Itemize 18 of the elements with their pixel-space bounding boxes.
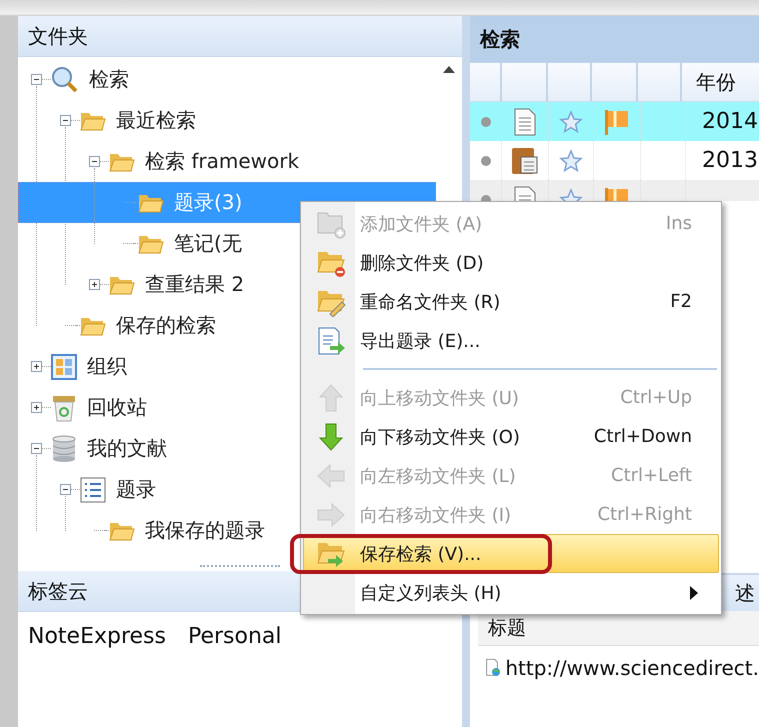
year-cell-text: 2013 <box>701 148 758 173</box>
table-row[interactable]: 2014 <box>470 102 759 141</box>
column-header[interactable]: 标题 <box>478 611 759 646</box>
menu-item[interactable]: 删除文件夹 (D) <box>303 243 719 282</box>
tree-item[interactable]: 检索 framework <box>18 141 436 182</box>
column-header[interactable]: 年份 <box>682 63 736 101</box>
tree-item[interactable]: 最近检索 <box>18 100 436 141</box>
tag[interactable]: Personal <box>188 624 282 649</box>
tab[interactable]: 述 <box>731 580 759 606</box>
menu-item[interactable]: 重命名文件夹 (R) F2 <box>303 282 719 321</box>
menu-item[interactable]: 导出题录 (E)... <box>303 321 719 360</box>
tag[interactable]: NoteExpress <box>28 624 166 649</box>
menu-item[interactable]: 向下移动文件夹 (O) Ctrl+Down <box>303 417 719 456</box>
year-cell-text: 2014 <box>701 109 758 134</box>
panel-header: 文件夹 <box>18 16 462 57</box>
tree-item[interactable]: 检索 <box>18 59 436 100</box>
link-text[interactable]: http://www.sciencedirect. <box>505 656 759 680</box>
panel-header: 检索 <box>470 16 759 63</box>
